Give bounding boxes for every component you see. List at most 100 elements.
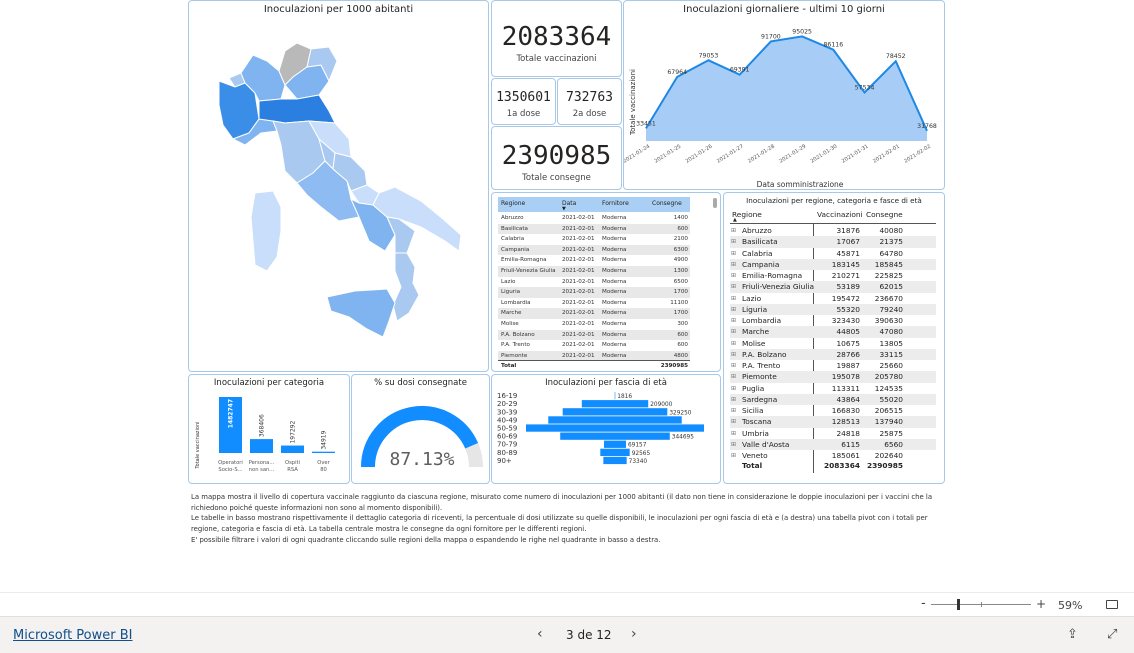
table-row[interactable]: Friuli-Venezia Giulia 2021-02-01 Moderna 13… (498, 266, 690, 277)
kpi-total-deliveries-label: Totale consegne (522, 173, 591, 183)
zoom-plus-icon[interactable]: + (1036, 597, 1046, 611)
pivot-row[interactable]: ⊞ Basilicata 17067 21375 (730, 236, 936, 248)
pivot-row[interactable]: ⊞ P.A. Trento 19887 25660 (730, 360, 936, 371)
expand-icon[interactable]: ⊞ (731, 295, 736, 302)
table-header-fornitore[interactable]: Fornitore (602, 200, 629, 207)
category-bar-chart[interactable]: Totale vaccinazioni 1482747 OperatoriSoci… (189, 387, 350, 483)
map-region-sicilia[interactable] (326, 288, 396, 338)
pivot-row[interactable]: ⊞ Liguria 55320 79240 (730, 303, 936, 316)
kpi-dose1-value: 1350601 (496, 90, 551, 105)
expand-icon[interactable]: ⊞ (731, 351, 736, 358)
deliveries-table-card: Regione Data ▼ Fornitore Consegne Abruzz… (491, 192, 721, 372)
pivot-row[interactable]: ⊞ Sardegna 43864 55020 (730, 393, 936, 406)
table-cell: Moderna (602, 236, 627, 243)
chevron-right-icon[interactable]: › (631, 627, 637, 641)
age-tick-label: 50-59 (497, 425, 517, 433)
table-row[interactable]: Lazio 2021-02-01 Moderna 6500 (498, 277, 690, 288)
gauge-chart[interactable]: 87.13% (352, 387, 490, 483)
expand-icon[interactable]: ⊞ (731, 396, 736, 403)
table-row[interactable]: P.A. Trento 2021-02-01 Moderna 600 (498, 340, 690, 351)
pivot-row[interactable]: ⊞ Piemonte 195078 205780 (730, 371, 936, 383)
table-row[interactable]: Calabria 2021-02-01 Moderna 2100 (498, 234, 690, 245)
pivot-row[interactable]: ⊞ Emilia-Romagna 210271 225825 (730, 270, 936, 281)
pivot-row[interactable]: ⊞ Toscana 128513 137940 (730, 416, 936, 428)
powerbi-brand-link[interactable]: Microsoft Power BI (13, 628, 132, 643)
expand-icon[interactable]: ⊞ (731, 441, 736, 448)
table-row[interactable]: Marche 2021-02-01 Moderna 1700 (498, 308, 690, 319)
table-row[interactable]: Molise 2021-02-01 Moderna 300 (498, 319, 690, 330)
share-icon[interactable]: ⇪ (1067, 628, 1078, 642)
expand-icon[interactable]: ⊞ (731, 362, 736, 369)
table-row[interactable]: P.A. Bolzano 2021-02-01 Moderna 600 (498, 329, 690, 341)
pivot-row[interactable]: ⊞ Puglia 113311 124535 (730, 383, 936, 394)
expand-icon[interactable]: ⊞ (731, 340, 736, 347)
category-ylabel: Totale vaccinazioni (195, 421, 201, 469)
pivot-row[interactable]: ⊞ Marche 44805 47080 (730, 326, 936, 338)
pivot-cell-cons: 236670 (874, 293, 903, 303)
expand-icon[interactable]: ⊞ (731, 250, 736, 257)
expand-icon[interactable]: ⊞ (731, 328, 736, 335)
map-region-sardegna[interactable] (250, 190, 282, 272)
category-bar (281, 445, 304, 453)
fit-page-icon[interactable] (1106, 600, 1118, 609)
daily-line-chart[interactable]: Totale vaccinazioni Data somministrazion… (624, 15, 945, 190)
expand-icon[interactable]: ⊞ (731, 452, 736, 459)
age-bar (600, 448, 630, 456)
table-row[interactable]: Basilicata 2021-02-01 Moderna 600 (498, 223, 690, 235)
expand-icon[interactable]: ⊞ (731, 306, 736, 313)
pivot-row[interactable]: ⊞ Campania 183145 185845 (730, 258, 936, 271)
expand-icon[interactable]: ⊞ (731, 430, 736, 437)
pivot-header-consegne[interactable]: Consegne (866, 210, 903, 219)
pivot-row[interactable]: ⊞ Calabria 45871 64780 (730, 248, 936, 259)
expand-icon[interactable]: ⊞ (731, 373, 736, 380)
expand-icon[interactable]: ⊞ (731, 385, 736, 392)
expand-icon[interactable]: ⊞ (731, 407, 736, 414)
table-row[interactable]: Liguria 2021-02-01 Moderna 1700 (498, 287, 690, 298)
expand-icon[interactable]: ⊞ (731, 317, 736, 324)
table-scrollbar[interactable] (713, 198, 717, 208)
table-row[interactable]: Lombardia 2021-02-01 Moderna 11100 (498, 298, 690, 309)
pivot-cell-vacc: 195078 (831, 372, 860, 382)
expand-icon[interactable]: ⊞ (731, 418, 736, 425)
map-region-calabria[interactable] (392, 252, 420, 322)
pivot-row[interactable]: ⊞ Sicilia 166830 206515 (730, 405, 936, 416)
pivot-cell-vacc: 24818 (836, 428, 860, 438)
pivot-row[interactable]: ⊞ Abruzzo 31876 40080 (730, 225, 936, 236)
pivot-cell-region: Sicilia (742, 406, 764, 415)
table-header-consegne[interactable]: Consegne (652, 200, 682, 207)
table-header-regione[interactable]: Regione (501, 200, 525, 207)
line-x-tick: 2021-01-25 (654, 144, 683, 165)
expand-icon[interactable]: ⊞ (731, 261, 736, 268)
deliveries-table-total-row: Total 2390985 (498, 360, 690, 371)
table-row[interactable]: Emilia-Romagna 2021-02-01 Moderna 4900 (498, 255, 690, 266)
table-cell: 1400 (673, 215, 688, 221)
category-data-label: 197292 (290, 420, 297, 443)
table-cell: 1700 (673, 310, 688, 317)
pivot-row[interactable]: ⊞ Friuli-Venezia Giulia 53189 62015 (730, 281, 936, 293)
expand-icon[interactable]: ⊞ (731, 272, 736, 279)
expand-icon[interactable]: ⊞ (731, 283, 736, 290)
category-tick-label: Persona... (249, 460, 275, 466)
pivot-total-row: Total 2083364 2390985 (730, 460, 936, 471)
pivot-cell-region: P.A. Bolzano (742, 349, 787, 359)
table-row[interactable]: Campania 2021-02-01 Moderna 6300 (498, 244, 690, 256)
fullscreen-icon[interactable]: ⤢ (1107, 628, 1117, 642)
table-cell: Basilicata (501, 225, 528, 232)
pivot-row[interactable]: ⊞ Molise 10675 13805 (730, 338, 936, 349)
italy-map[interactable] (189, 21, 489, 371)
zoom-slider-handle[interactable] (957, 599, 960, 610)
pivot-row[interactable]: ⊞ Lombardia 323430 390630 (730, 315, 936, 326)
age-bar-chart[interactable]: 16-19 1816 20-29 209000 30-39 329250 40-4950-5… (492, 387, 721, 483)
pivot-row[interactable]: ⊞ Lazio 195472 236670 (730, 293, 936, 304)
pivot-row[interactable]: ⊞ P.A. Bolzano 28766 33115 (730, 348, 936, 361)
category-bar (312, 451, 335, 453)
chevron-left-icon[interactable]: ‹ (537, 627, 543, 641)
expand-icon[interactable]: ⊞ (731, 227, 736, 234)
expand-icon[interactable]: ⊞ (731, 238, 736, 245)
pivot-row[interactable]: ⊞ Valle d'Aosta 6115 6560 (730, 438, 936, 451)
table-cell: Liguria (501, 289, 521, 296)
pivot-header-vaccinazioni[interactable]: Vaccinazioni (817, 210, 863, 219)
pivot-row[interactable]: ⊞ Umbria 24818 25875 (730, 428, 936, 439)
zoom-minus-icon[interactable]: - (921, 597, 926, 611)
table-row[interactable]: Abruzzo 2021-02-01 Moderna 1400 (498, 213, 690, 224)
